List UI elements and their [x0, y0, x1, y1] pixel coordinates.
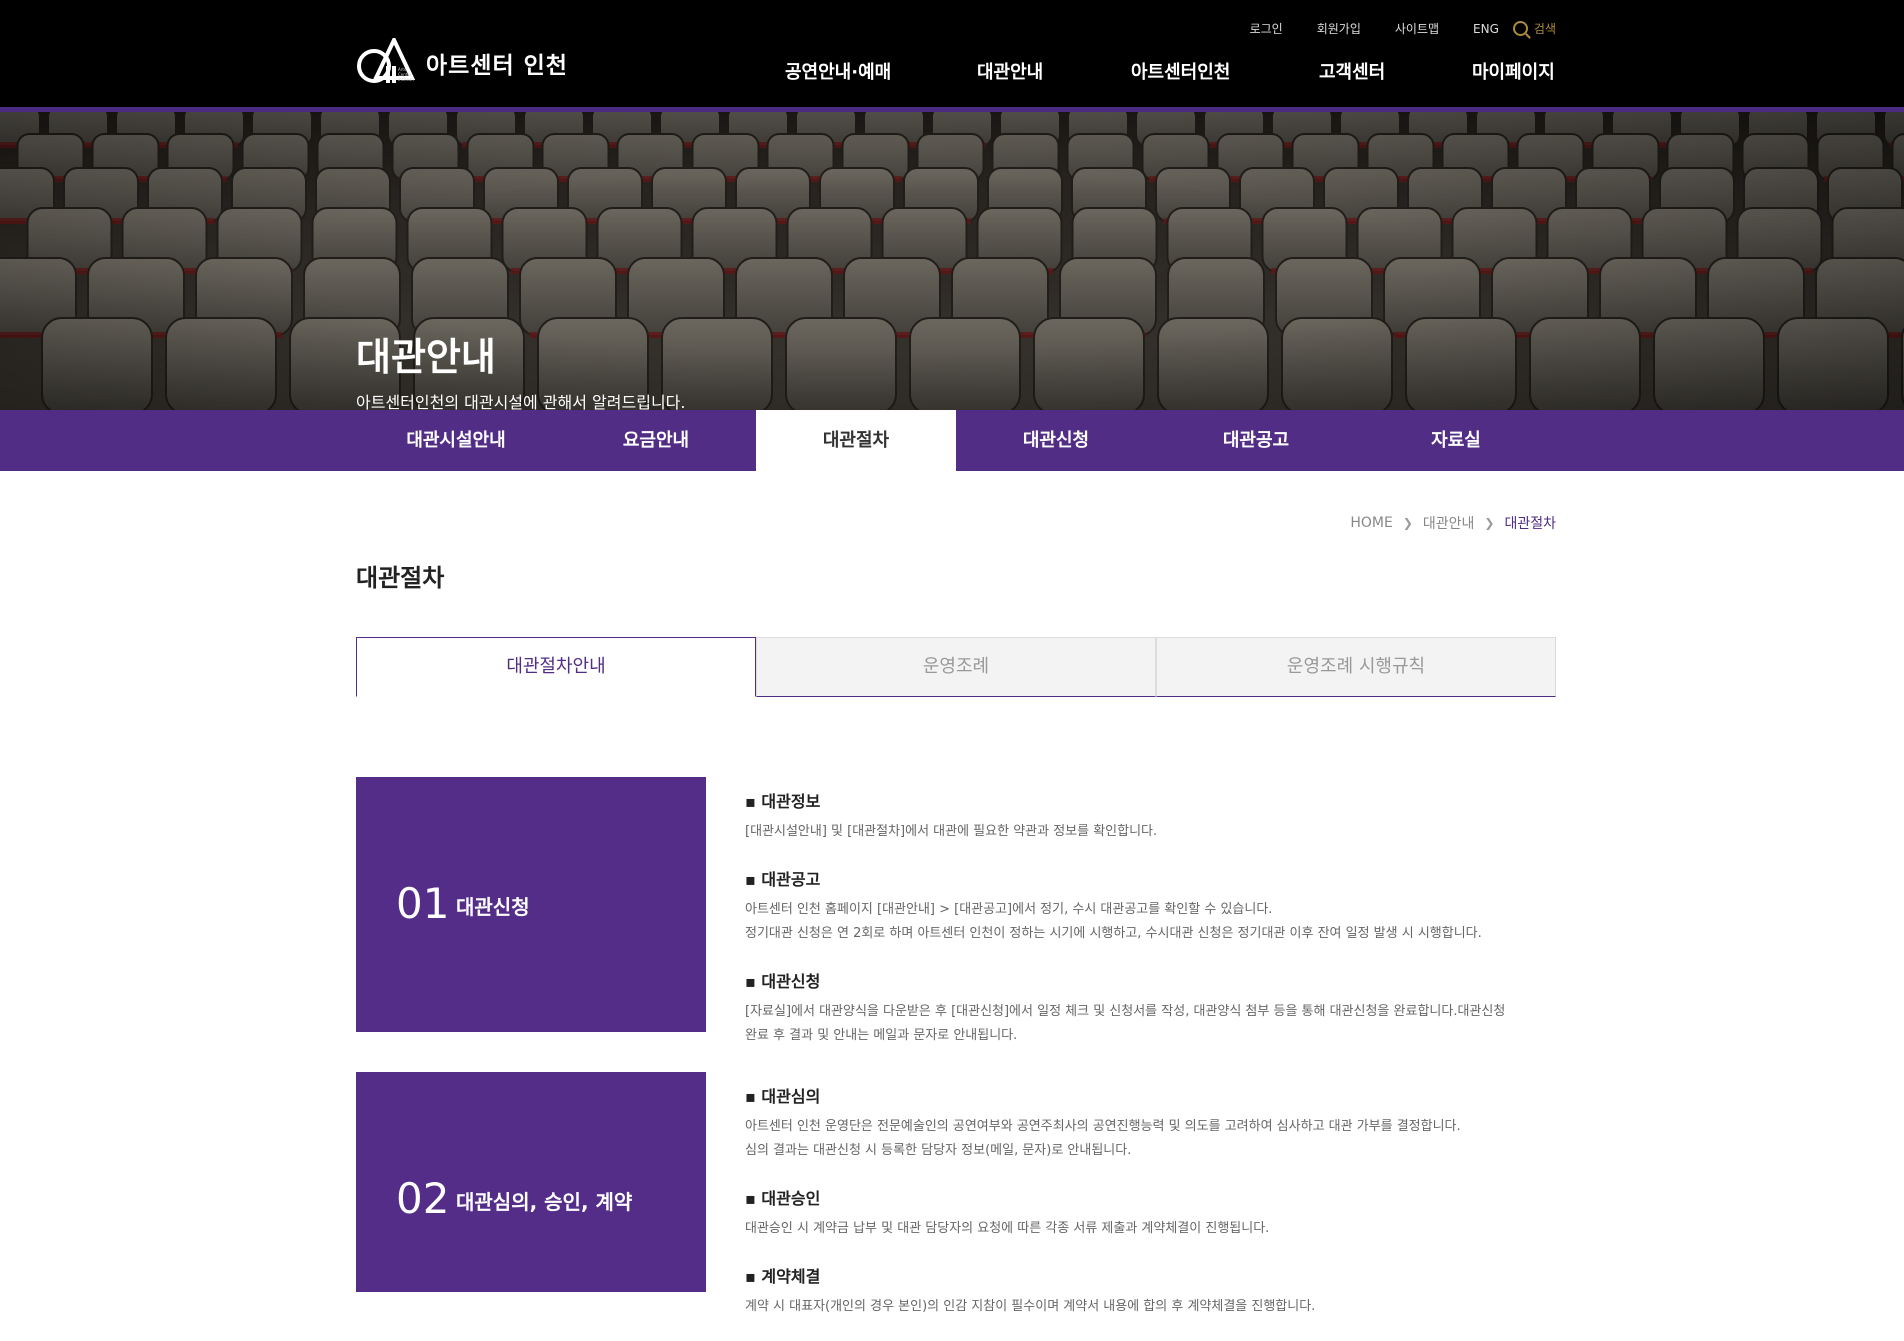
- step-item-title-text: 대관심의: [761, 1087, 820, 1106]
- step-item-line: 아트센터 인천 홈페이지 [대관안내] > [대관공고]에서 정기, 수시 대관…: [745, 902, 1272, 917]
- sitemap-link[interactable]: 사이트맵: [1395, 20, 1439, 37]
- step-item-line: 완료 후 결과 및 안내는 메일과 문자로 안내됩니다.: [745, 1028, 1017, 1043]
- tab-procedure-guide[interactable]: 대관절차안내: [356, 637, 756, 697]
- step-box: 02 대관심의, 승인, 계약: [356, 1072, 706, 1292]
- step-item-title: ▪ 대관심의: [745, 1083, 1565, 1107]
- search-button[interactable]: 검색: [1513, 20, 1556, 37]
- step-item-title-text: 계약체결: [761, 1267, 820, 1286]
- hero-banner: 대관안내 아트센터인천의 대관시설에 관해서 알려드립니다.: [0, 112, 1904, 410]
- subnav-item-fees[interactable]: 요금안내: [556, 410, 756, 471]
- signup-link[interactable]: 회원가입: [1317, 20, 1361, 37]
- step-item: ▪ 대관정보 [대관시설안내] 및 [대관절차]에서 대관에 필요한 약관과 정…: [745, 788, 1565, 844]
- step-item-title: ▪ 계약체결: [745, 1263, 1565, 1287]
- breadcrumb-current: 대관절차: [1504, 513, 1556, 533]
- step-item-text: 아트센터 인천 홈페이지 [대관안내] > [대관공고]에서 정기, 수시 대관…: [745, 898, 1565, 946]
- step-item-title-text: 대관신청: [761, 972, 820, 991]
- step-box: 01 대관신청: [356, 777, 706, 1032]
- search-icon: [1513, 21, 1528, 36]
- step-description: ▪ 대관심의 아트센터 인천 운영단은 전문예술인의 공연여부와 공연주최사의 …: [745, 1083, 1565, 1341]
- step-number: 02: [396, 1174, 449, 1223]
- theater-seats-image: [0, 112, 1904, 410]
- subnav-item-procedure[interactable]: 대관절차: [756, 410, 956, 471]
- step-item-line: 정기대관 신청은 연 2회로 하며 아트센터 인천이 정하는 시기에 시행하고,…: [745, 926, 1482, 941]
- page-title: 대관절차: [356, 558, 444, 593]
- step-item-line: 대관승인 시 계약금 납부 및 대관 담당자의 요청에 따른 각종 서류 제출과…: [745, 1221, 1269, 1236]
- step-item-text: 계약 시 대표자(개인의 경우 본인)의 인감 지참이 필수이며 계약서 내용에…: [745, 1295, 1565, 1319]
- step-item-title: ▪ 대관신청: [745, 968, 1565, 992]
- step-item-text: 대관승인 시 계약금 납부 및 대관 담당자의 요청에 따른 각종 서류 제출과…: [745, 1217, 1565, 1241]
- hero-subtitle: 아트센터인천의 대관시설에 관해서 알려드립니다.: [356, 389, 685, 410]
- logo-mark-line: Incheon: [398, 77, 414, 82]
- step-label: 대관심의, 승인, 계약: [456, 1186, 632, 1215]
- step-item-title-text: 대관공고: [761, 870, 820, 889]
- sub-nav: 대관시설안내 요금안내 대관절차 대관신청 대관공고 자료실: [0, 410, 1904, 471]
- site-logo[interactable]: Arts Center Incheon 아트센터 인천: [356, 38, 568, 88]
- breadcrumb-rental[interactable]: 대관안내: [1423, 513, 1475, 533]
- language-link[interactable]: ENG: [1473, 22, 1499, 36]
- chevron-right-icon: ❯: [1484, 516, 1494, 530]
- search-label: 검색: [1534, 20, 1556, 37]
- step-item-title-text: 대관승인: [761, 1189, 820, 1208]
- step-item-line: 심의 결과는 대관신청 시 등록한 담당자 정보(메일, 문자)로 안내됩니다.: [745, 1143, 1131, 1158]
- step-item-line: 계약 시 대표자(개인의 경우 본인)의 인감 지참이 필수이며 계약서 내용에…: [745, 1299, 1315, 1314]
- logo-icon: Arts Center Incheon: [356, 38, 416, 88]
- step-item: ▪ 대관승인 대관승인 시 계약금 납부 및 대관 담당자의 요청에 따른 각종…: [745, 1185, 1565, 1241]
- step-number: 01: [396, 879, 449, 928]
- step-item: ▪ 계약체결 계약 시 대표자(개인의 경우 본인)의 인감 지참이 필수이며 …: [745, 1263, 1565, 1319]
- subnav-item-notice[interactable]: 대관공고: [1156, 410, 1356, 471]
- step-item-text: [자료실]에서 대관양식을 다운받은 후 [대관신청]에서 일정 체크 및 신청…: [745, 1000, 1565, 1048]
- subnav-item-apply[interactable]: 대관신청: [956, 410, 1156, 471]
- step-item-line: 아트센터 인천 운영단은 전문예술인의 공연여부와 공연주최사의 공연진행능력 …: [745, 1119, 1461, 1134]
- subnav-item-facilities[interactable]: 대관시설안내: [356, 410, 556, 471]
- step-item-title: ▪ 대관승인: [745, 1185, 1565, 1209]
- gnb-item-mypage[interactable]: 마이페이지: [1472, 58, 1555, 84]
- gnb-item-performance[interactable]: 공연안내·예매: [785, 58, 891, 84]
- step-item: ▪ 대관신청 [자료실]에서 대관양식을 다운받은 후 [대관신청]에서 일정 …: [745, 968, 1565, 1048]
- site-header: 로그인 회원가입 사이트맵 ENG 검색 Arts Center Incheon…: [0, 0, 1904, 107]
- chevron-right-icon: ❯: [1403, 516, 1413, 530]
- step-item: ▪ 대관공고 아트센터 인천 홈페이지 [대관안내] > [대관공고]에서 정기…: [745, 866, 1565, 946]
- logo-text: 아트센터 인천: [426, 46, 568, 80]
- gnb-item-artcenter[interactable]: 아트센터인천: [1131, 58, 1230, 84]
- tab-ordinance[interactable]: 운영조례: [756, 637, 1156, 697]
- gnb-item-customer[interactable]: 고객센터: [1319, 58, 1385, 84]
- step-item: ▪ 대관심의 아트센터 인천 운영단은 전문예술인의 공연여부와 공연주최사의 …: [745, 1083, 1565, 1163]
- breadcrumb: HOME ❯ 대관안내 ❯ 대관절차: [1350, 513, 1556, 533]
- step-item-text: [대관시설안내] 및 [대관절차]에서 대관에 필요한 약관과 정보를 확인합니…: [745, 820, 1565, 844]
- hero-title: 대관안내: [356, 326, 496, 381]
- subnav-item-archive[interactable]: 자료실: [1356, 410, 1556, 471]
- breadcrumb-home[interactable]: HOME: [1350, 515, 1392, 531]
- gnb-item-rental[interactable]: 대관안내: [977, 58, 1043, 84]
- login-link[interactable]: 로그인: [1250, 20, 1283, 37]
- step-label: 대관신청: [456, 891, 530, 920]
- step-item-line: [자료실]에서 대관양식을 다운받은 후 [대관신청]에서 일정 체크 및 신청…: [745, 1004, 1505, 1019]
- step-description: ▪ 대관정보 [대관시설안내] 및 [대관절차]에서 대관에 필요한 약관과 정…: [745, 788, 1565, 1070]
- step-item-title-text: 대관정보: [761, 792, 820, 811]
- content-tabs: 대관절차안내 운영조례 운영조례 시행규칙: [356, 637, 1556, 697]
- tab-ordinance-rules[interactable]: 운영조례 시행규칙: [1156, 637, 1556, 697]
- step-item-title: ▪ 대관공고: [745, 866, 1565, 890]
- utility-nav: 로그인 회원가입 사이트맵 ENG 검색: [1216, 20, 1556, 37]
- step-item-text: 아트센터 인천 운영단은 전문예술인의 공연여부와 공연주최사의 공연진행능력 …: [745, 1115, 1565, 1163]
- step-item-title: ▪ 대관정보: [745, 788, 1565, 812]
- step-item-line: [대관시설안내] 및 [대관절차]에서 대관에 필요한 약관과 정보를 확인합니…: [745, 824, 1157, 839]
